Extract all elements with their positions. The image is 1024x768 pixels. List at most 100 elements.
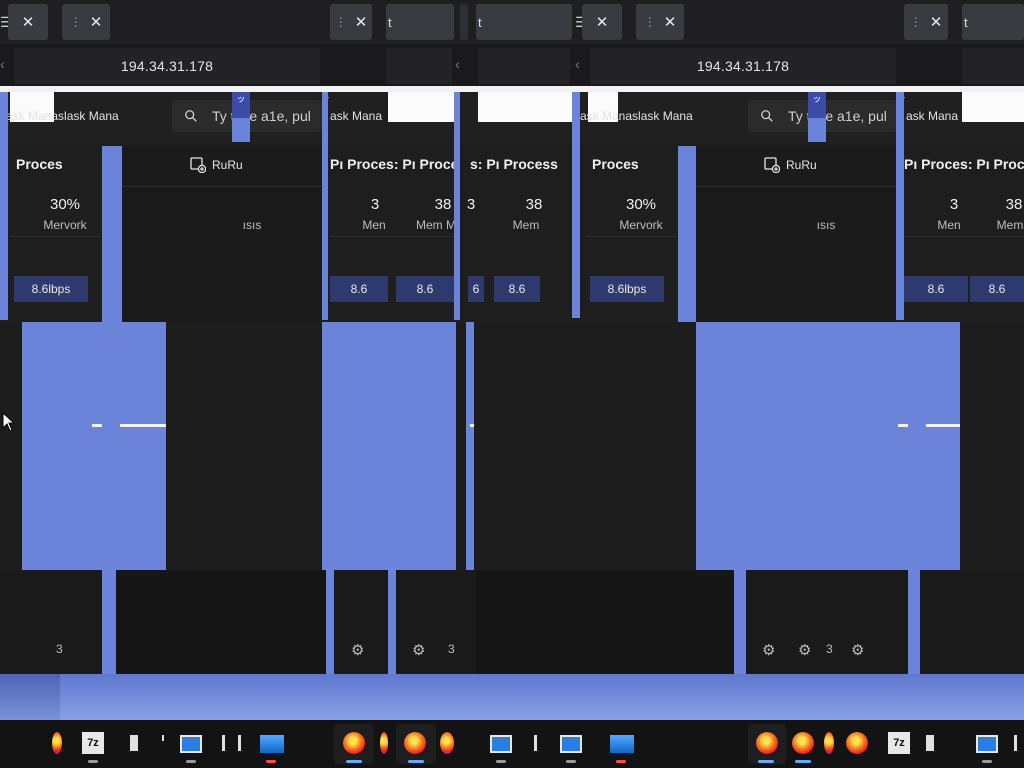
firefox-icon[interactable] bbox=[440, 732, 454, 754]
browser-tab[interactable]: t bbox=[476, 4, 572, 40]
app-icon[interactable] bbox=[926, 735, 934, 751]
window-app-icon[interactable] bbox=[490, 735, 512, 753]
firefox-icon[interactable] bbox=[756, 732, 778, 754]
app-icon[interactable] bbox=[222, 735, 225, 751]
address-bar[interactable] bbox=[478, 48, 570, 84]
address-bar[interactable]: 194.34.31.178 bbox=[14, 48, 320, 84]
window-app-icon[interactable] bbox=[976, 735, 998, 753]
column-label: ısıs bbox=[816, 218, 836, 232]
highlight-chip: ッ bbox=[808, 92, 826, 118]
taskmgr-title: ask Mana bbox=[906, 109, 959, 123]
taskbar-indicator bbox=[616, 760, 626, 763]
window-edge bbox=[388, 92, 454, 122]
taskbar-indicator bbox=[496, 760, 506, 763]
blue-strip bbox=[326, 570, 334, 676]
taskbar bbox=[0, 720, 1024, 768]
selection-block bbox=[322, 322, 456, 570]
dash-marker bbox=[92, 424, 102, 427]
address-text: 194.34.31.178 bbox=[696, 58, 790, 74]
network-cell: 8.6 bbox=[494, 276, 540, 302]
blue-strip bbox=[102, 570, 116, 676]
browser-tab[interactable]: ⋮ ✕ bbox=[330, 4, 372, 40]
7zip-icon[interactable]: 7z bbox=[82, 732, 104, 754]
settings-gear-icon[interactable]: ⚙ bbox=[351, 641, 364, 659]
memory-percent: 30% bbox=[625, 196, 657, 213]
taskmgr-title: ask Mana bbox=[330, 109, 383, 123]
blue-strip bbox=[572, 92, 580, 318]
app-icon[interactable] bbox=[1014, 735, 1017, 751]
browser-tab[interactable]: ⋮ ✕ bbox=[636, 4, 684, 40]
close-icon[interactable]: ✕ bbox=[664, 13, 677, 31]
processes-heading: Proces bbox=[592, 156, 639, 172]
firefox-icon[interactable] bbox=[380, 732, 388, 754]
browser-tab[interactable]: ✕ bbox=[8, 4, 48, 40]
blue-strip bbox=[322, 92, 328, 320]
window-app-icon[interactable] bbox=[560, 735, 582, 753]
panel bbox=[116, 570, 326, 674]
monitor-app-icon[interactable] bbox=[610, 735, 634, 753]
highlight-chip: ッ bbox=[232, 92, 250, 118]
app-icon[interactable] bbox=[238, 735, 241, 751]
column-label: Mem bbox=[512, 218, 540, 232]
firefox-icon[interactable] bbox=[52, 732, 62, 754]
window-app-icon[interactable] bbox=[180, 735, 202, 753]
divider bbox=[586, 236, 676, 237]
settings-gear-icon[interactable]: ⚙ bbox=[412, 641, 425, 659]
back-icon[interactable]: ‹ bbox=[0, 56, 5, 72]
monitor-app-icon[interactable] bbox=[260, 735, 284, 753]
gear-number: 3 bbox=[448, 642, 455, 656]
search-icon bbox=[761, 110, 773, 122]
address-bar[interactable] bbox=[962, 48, 1024, 84]
close-icon[interactable]: ✕ bbox=[22, 13, 35, 31]
back-icon[interactable]: ‹ bbox=[575, 56, 580, 72]
address-bar[interactable] bbox=[386, 48, 452, 84]
close-icon[interactable]: ✕ bbox=[596, 13, 609, 31]
blue-strip bbox=[454, 92, 460, 320]
settings-gear-icon[interactable]: ⚙ bbox=[762, 641, 775, 659]
browser-tab[interactable]: ⋮ ✕ bbox=[904, 4, 948, 40]
run-new-task-button[interactable]: RuRu bbox=[764, 152, 817, 178]
column-label: ısıs bbox=[242, 218, 262, 232]
tab-drag-icon: ⋮ bbox=[69, 15, 82, 29]
browser-tab[interactable]: t bbox=[386, 4, 454, 40]
run-new-task-button[interactable]: RuRu bbox=[190, 152, 243, 178]
taskmgr-title: ask Manaslask Mana bbox=[580, 109, 693, 123]
app-icon[interactable] bbox=[130, 735, 138, 751]
7zip-icon[interactable]: 7z bbox=[888, 732, 910, 754]
column-label: Mem bbox=[996, 218, 1024, 232]
close-icon[interactable]: ✕ bbox=[930, 13, 943, 31]
firefox-icon[interactable] bbox=[846, 732, 868, 754]
close-icon[interactable]: ✕ bbox=[355, 13, 368, 31]
browser-tab[interactable] bbox=[460, 4, 468, 40]
firefox-icon[interactable] bbox=[343, 732, 365, 754]
tab-title: t bbox=[964, 14, 968, 30]
search-icon bbox=[185, 110, 197, 122]
taskbar-indicator bbox=[346, 760, 362, 763]
memory-label: Mervork bbox=[43, 218, 87, 232]
window-edge bbox=[478, 92, 572, 122]
taskbar-indicator bbox=[408, 760, 424, 763]
settings-gear-icon[interactable]: ⚙ bbox=[851, 641, 864, 659]
divider bbox=[122, 186, 322, 187]
app-icon[interactable] bbox=[162, 735, 164, 741]
window-edge bbox=[962, 92, 1024, 122]
address-text: 194.34.31.178 bbox=[120, 58, 214, 74]
firefox-icon[interactable] bbox=[404, 732, 426, 754]
firefox-icon[interactable] bbox=[792, 732, 814, 754]
mouse-cursor-icon bbox=[2, 412, 14, 432]
browser-tab[interactable]: t bbox=[962, 4, 1024, 40]
network-cell: 8.6 bbox=[330, 276, 388, 302]
address-bar[interactable]: 194.34.31.178 bbox=[590, 48, 896, 84]
settings-gear-icon[interactable]: ⚙ bbox=[798, 641, 811, 659]
gear-number: 3 bbox=[56, 642, 63, 656]
taskbar-indicator bbox=[266, 760, 276, 763]
app-icon[interactable] bbox=[534, 735, 537, 751]
browser-tab[interactable]: ⋮ ✕ bbox=[62, 4, 110, 40]
network-cell: 8.6lbps bbox=[590, 276, 664, 302]
firefox-icon[interactable] bbox=[824, 732, 834, 754]
close-icon[interactable]: ✕ bbox=[90, 13, 103, 31]
browser-tab[interactable]: ✕ bbox=[582, 4, 622, 40]
back-icon[interactable]: ‹ bbox=[455, 56, 460, 72]
tab-drag-icon: ⋮ bbox=[643, 15, 656, 29]
dash-marker bbox=[120, 424, 166, 427]
